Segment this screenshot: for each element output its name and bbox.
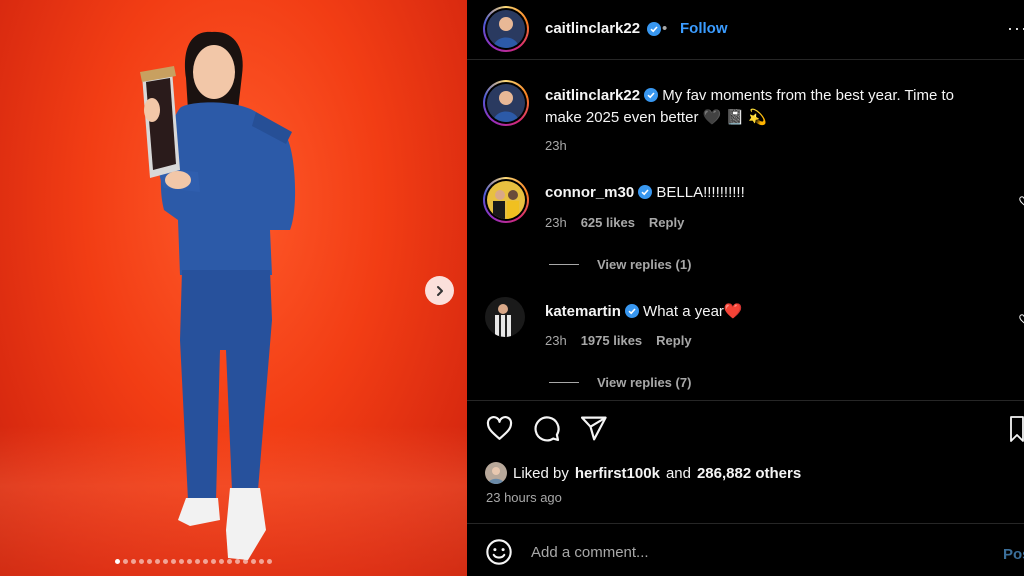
replies-divider (549, 264, 579, 265)
add-comment-row (485, 538, 971, 566)
comment-meta: 23h 625 likes Reply (545, 215, 684, 230)
comment-emoji: ❤️ (723, 303, 743, 320)
athlete-with-trophy-image (140, 31, 296, 560)
replies-divider (549, 382, 579, 383)
carousel-dot (187, 559, 192, 564)
more-options-icon[interactable]: ··· (1007, 18, 1024, 39)
divider (467, 523, 1024, 524)
next-image-button[interactable] (425, 276, 454, 305)
comment-username[interactable]: katemartin (545, 303, 621, 320)
liked-by-user[interactable]: herfirst100k (575, 465, 660, 482)
comment-like-heart-icon[interactable] (1019, 196, 1024, 206)
carousel-dot (139, 559, 144, 564)
carousel-dot (171, 559, 176, 564)
comment-like-heart-icon[interactable] (1019, 314, 1024, 324)
carousel-dot (211, 559, 216, 564)
carousel-dot (259, 559, 264, 564)
comment-row: katemartin What a year❤️ (545, 302, 743, 320)
heart-icon[interactable] (485, 414, 514, 443)
carousel-dot (179, 559, 184, 564)
action-row (485, 414, 608, 443)
follow-button[interactable]: Follow (680, 20, 728, 37)
caption-username[interactable]: caitlinclark22 (545, 87, 640, 104)
post-header: caitlinclark22 • Follow ··· (467, 0, 1024, 60)
view-replies-label: View replies (1) (597, 257, 692, 272)
verified-icon (647, 22, 661, 36)
comment-meta: 23h 1975 likes Reply (545, 333, 692, 348)
author-username[interactable]: caitlinclark22 (545, 20, 640, 37)
comment-likes[interactable]: 625 likes (581, 215, 635, 230)
comment-icon[interactable] (532, 414, 561, 443)
comment-text: What a year (643, 303, 724, 320)
comment-likes[interactable]: 1975 likes (581, 333, 642, 348)
share-icon[interactable] (579, 414, 608, 443)
carousel-dot (155, 559, 160, 564)
view-replies-button[interactable]: View replies (7) (549, 375, 691, 390)
caption-emojis: 🖤 📓 💫 (702, 109, 767, 126)
reply-button[interactable]: Reply (649, 215, 684, 230)
separator-dot: • (662, 20, 668, 37)
caption-time: 23h (545, 138, 567, 153)
carousel-dot (123, 559, 128, 564)
reply-button[interactable]: Reply (656, 333, 691, 348)
liked-by-prefix: Liked by (513, 464, 569, 482)
carousel-dot (267, 559, 272, 564)
post-caption: caitlinclark22 My fav moments from the b… (545, 85, 985, 157)
post-photo[interactable] (0, 0, 467, 576)
carousel-dot (115, 559, 120, 564)
carousel-dot (227, 559, 232, 564)
carousel-dot (251, 559, 256, 564)
post-comment-button[interactable]: Pos (1003, 546, 1024, 563)
likes-summary: Liked by herfirst100k and 286,882 others (485, 462, 801, 484)
comment-row: connor_m30 BELLA!!!!!!!!!! (545, 184, 745, 201)
liked-by-connector: and (665, 464, 691, 482)
liked-by-others[interactable]: 286,882 others (697, 465, 801, 482)
carousel-indicator (115, 559, 272, 564)
comment-avatar[interactable] (483, 177, 529, 223)
verified-icon (644, 88, 659, 102)
liker-avatar[interactable] (485, 462, 507, 484)
carousel-dot (243, 559, 248, 564)
caption-avatar[interactable] (483, 80, 529, 126)
comment-avatar[interactable] (485, 297, 525, 337)
post-sidebar: caitlinclark22 • Follow ··· caitlinclark… (467, 0, 1024, 576)
chevron-right-icon (436, 285, 443, 296)
view-replies-label: View replies (7) (597, 375, 692, 390)
carousel-dot (131, 559, 136, 564)
author-avatar[interactable] (483, 6, 529, 52)
comment-time: 23h (545, 333, 567, 348)
post-timestamp[interactable]: 23 hours ago (486, 490, 562, 505)
carousel-dot (147, 559, 152, 564)
comment-time: 23h (545, 215, 567, 230)
carousel-dot (219, 559, 224, 564)
carousel-dot (163, 559, 168, 564)
add-comment-input[interactable] (531, 543, 971, 561)
verified-icon (638, 185, 653, 199)
verified-icon (624, 304, 639, 318)
comment-text: BELLA!!!!!!!!!! (656, 184, 745, 201)
comment-username[interactable]: connor_m30 (545, 184, 634, 201)
view-replies-button[interactable]: View replies (1) (549, 257, 691, 272)
carousel-dot (195, 559, 200, 564)
carousel-dot (203, 559, 208, 564)
bookmark-icon[interactable] (1010, 416, 1024, 442)
carousel-dot (235, 559, 240, 564)
emoji-icon[interactable] (485, 538, 513, 566)
divider (467, 400, 1024, 401)
